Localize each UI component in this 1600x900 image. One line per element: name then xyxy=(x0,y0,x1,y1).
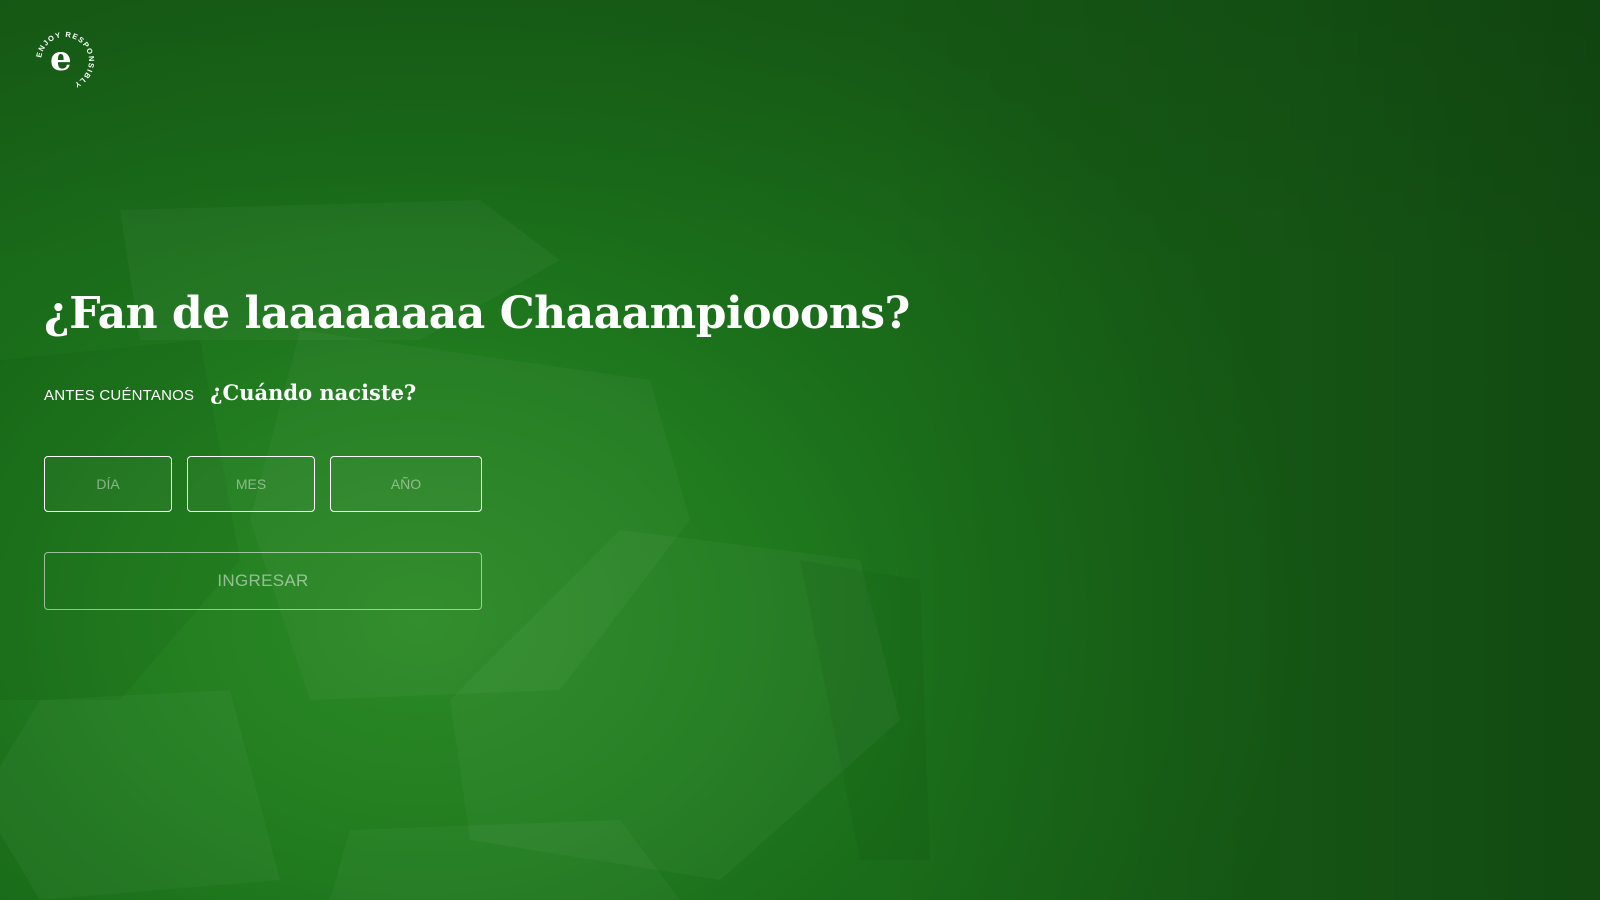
logo-letter: e xyxy=(50,39,72,79)
month-input[interactable] xyxy=(187,456,315,512)
day-input[interactable] xyxy=(44,456,172,512)
starball-background xyxy=(0,340,930,860)
prompt-question: ¿Cuándo naciste? xyxy=(210,380,417,405)
submit-button[interactable]: INGRESAR xyxy=(44,552,482,610)
prompt-label: ANTES CUÉNTANOS xyxy=(44,387,195,404)
year-input[interactable] xyxy=(330,456,482,512)
birthdate-prompt: ANTES CUÉNTANOS ¿Cuándo naciste? xyxy=(44,380,416,410)
enjoy-responsibly-logo: ENJOY RESPONSIBLY e xyxy=(34,30,96,92)
page-title: ¿Fan de laaaaaaaa Chaaampiooons? xyxy=(44,288,910,339)
background-vignette xyxy=(0,0,1600,900)
